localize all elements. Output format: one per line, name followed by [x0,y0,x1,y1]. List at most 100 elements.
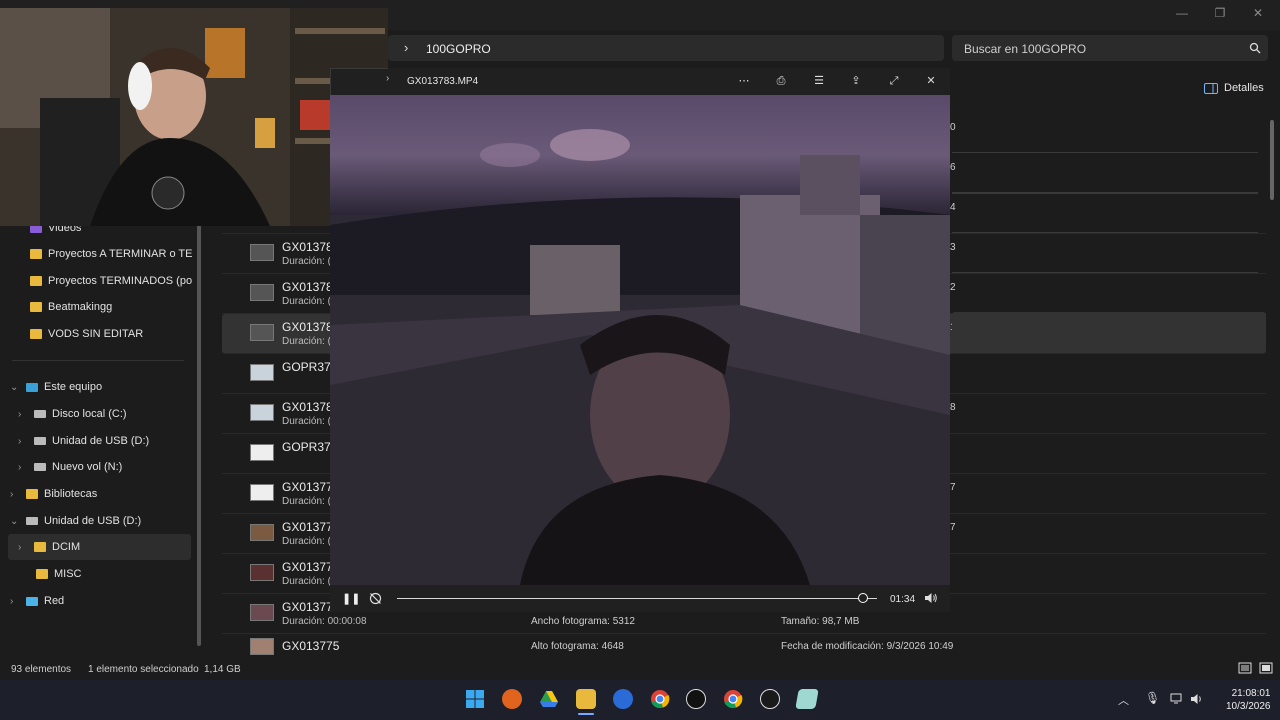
taskbar [0,680,1280,720]
pause-icon[interactable]: ❚❚ [342,592,360,605]
file-duration: Duración: ( [282,296,331,307]
playlist-icon[interactable]: ☰ [811,73,827,89]
network-status-icon[interactable] [1170,693,1184,705]
chevron-right-icon[interactable]: › [10,489,20,500]
sidebar-item-dcim[interactable]: › DCIM [18,537,80,557]
chevron-right-icon[interactable]: › [18,409,28,420]
seek-thumb[interactable] [857,593,868,603]
collapse-chevron-icon[interactable]: › [386,73,389,84]
logitech-g-hub-icon[interactable] [686,689,706,709]
photo-thumbnail [250,364,274,381]
file-duration: Duración: 00:00:08 [282,616,367,627]
sidebar-divider [12,360,184,361]
chrome-profile-icon[interactable] [723,689,743,709]
maximize-icon[interactable]: ❐ [1202,4,1238,22]
repeat-off-icon[interactable] [369,592,382,605]
row-separator [952,193,1258,194]
elapsed-time: 01:34 [890,594,916,605]
video-frame[interactable] [330,95,950,585]
file-duration: Duración: ( [282,256,331,267]
video-thumbnail [250,404,274,421]
breadcrumb-folder[interactable]: 100GOPRO [426,42,491,56]
chevron-down-icon[interactable]: ⌄ [10,382,20,393]
active-app-indicator [578,713,594,715]
cell-fragment: 7 [950,522,956,533]
cell-fragment: 8 [950,402,956,413]
tiles-view-icon[interactable] [1259,662,1273,674]
video-thumbnail [250,638,274,655]
sidebar-scrollbar[interactable] [197,222,201,646]
video-thumbnail [250,324,274,341]
file-size: Tamaño: 98,7 MB [781,616,860,627]
details-view-icon[interactable] [1238,662,1252,674]
search-icon[interactable] [1249,42,1261,54]
chevron-right-icon[interactable]: › [18,542,28,553]
selection-count: 1 elemento seleccionado [88,664,199,675]
media-title: GX013783.MP4 [407,76,479,87]
close-icon[interactable]: ✕ [923,73,939,89]
speaker-icon[interactable] [1190,693,1204,705]
row-separator [952,232,1258,233]
sidebar-item-network[interactable]: › Red [10,591,64,611]
list-scrollbar[interactable] [1270,120,1274,200]
sidebar-item-proyectos-a-terminar[interactable]: Proyectos A TERMINAR o TERMIN [30,244,192,264]
file-duration: Duración: ( [282,416,331,427]
sidebar-item-beatmaking[interactable]: Beatmakingg [30,297,112,317]
file-explorer-icon[interactable] [576,689,596,709]
sidebar-item-usb-root[interactable]: ⌄ Unidad de USB (D:) [10,511,141,531]
chevron-right-icon[interactable]: › [10,596,20,607]
share-icon[interactable]: ⇪ [848,73,864,89]
chevron-right-icon[interactable]: › [18,462,28,473]
selection-size: 1,14 GB [204,664,241,675]
voice-assistant-icon[interactable] [613,689,633,709]
details-button[interactable]: Detalles [1204,82,1264,94]
system-clock[interactable]: 21:08:01 10/3/2026 [1226,687,1271,713]
sidebar-item-usb-drive[interactable]: › Unidad de USB (D:) [18,431,149,451]
chevron-up-icon[interactable]: ︿ [1118,692,1129,708]
save-frame-icon[interactable]: ⎙ [773,73,789,89]
folder-icon [30,249,42,259]
cell-fragment: 3 [950,242,956,253]
chrome-icon[interactable] [650,689,670,709]
cell-fragment: 2 [950,282,956,293]
video-thumbnail [250,524,274,541]
microphone-icon[interactable]: 🎙 [1145,691,1160,705]
chevron-down-icon[interactable]: ⌄ [10,516,20,527]
folder-icon [34,542,46,552]
file-name: GX01377 [282,560,333,574]
seek-bar[interactable] [397,598,877,599]
cell-fragment: 6 [950,162,956,173]
sidebar-item-this-pc[interactable]: ⌄ Este equipo [10,377,102,397]
sidebar-item-vods[interactable]: VODS SIN EDITAR [30,324,143,344]
close-window-icon[interactable]: ✕ [1240,4,1276,22]
details-pane-icon [1204,82,1218,94]
volume-icon[interactable] [924,592,938,604]
windows-start-icon[interactable] [465,689,485,709]
file-name: GX01377 [282,480,333,494]
video-thumbnail [250,284,274,301]
sidebar-item-libraries[interactable]: › Bibliotecas [10,484,97,504]
obs-icon[interactable] [760,689,780,709]
video-thumbnail [250,564,274,581]
minimize-icon[interactable]: — [1164,4,1200,22]
chevron-right-icon[interactable]: › [18,436,28,447]
sidebar-item-misc[interactable]: MISC [36,564,82,584]
sidebar-item-proyectos-terminados[interactable]: Proyectos TERMINADOS (poner p [30,271,192,291]
file-name: GX013775 [282,639,340,653]
google-drive-icon[interactable] [539,689,559,709]
drive-icon [34,410,46,418]
fl-studio-icon[interactable] [502,689,522,709]
file-name: GX01378 [282,400,333,414]
status-bar: 93 elementos 1 elemento seleccionado 1,1… [0,658,1280,680]
notes-app-icon[interactable] [795,689,819,709]
fullscreen-icon[interactable]: ⤢ [886,73,902,89]
file-row[interactable]: GX013775 Alto fotograma: 4648 Fecha de m… [222,634,1266,658]
sidebar-item-new-volume[interactable]: › Nuevo vol (N:) [18,457,122,477]
libraries-icon [26,489,38,499]
modified-date: Fecha de modificación: 9/3/2026 10:49 [781,641,954,652]
item-count: 93 elementos [11,664,72,675]
frame-height: Alto fotograma: 4648 [531,641,624,652]
sidebar-item-local-disk[interactable]: › Disco local (C:) [18,404,127,424]
search-placeholder: Buscar en 100GOPRO [964,42,1087,56]
more-options-icon[interactable]: ⋯ [736,73,752,89]
